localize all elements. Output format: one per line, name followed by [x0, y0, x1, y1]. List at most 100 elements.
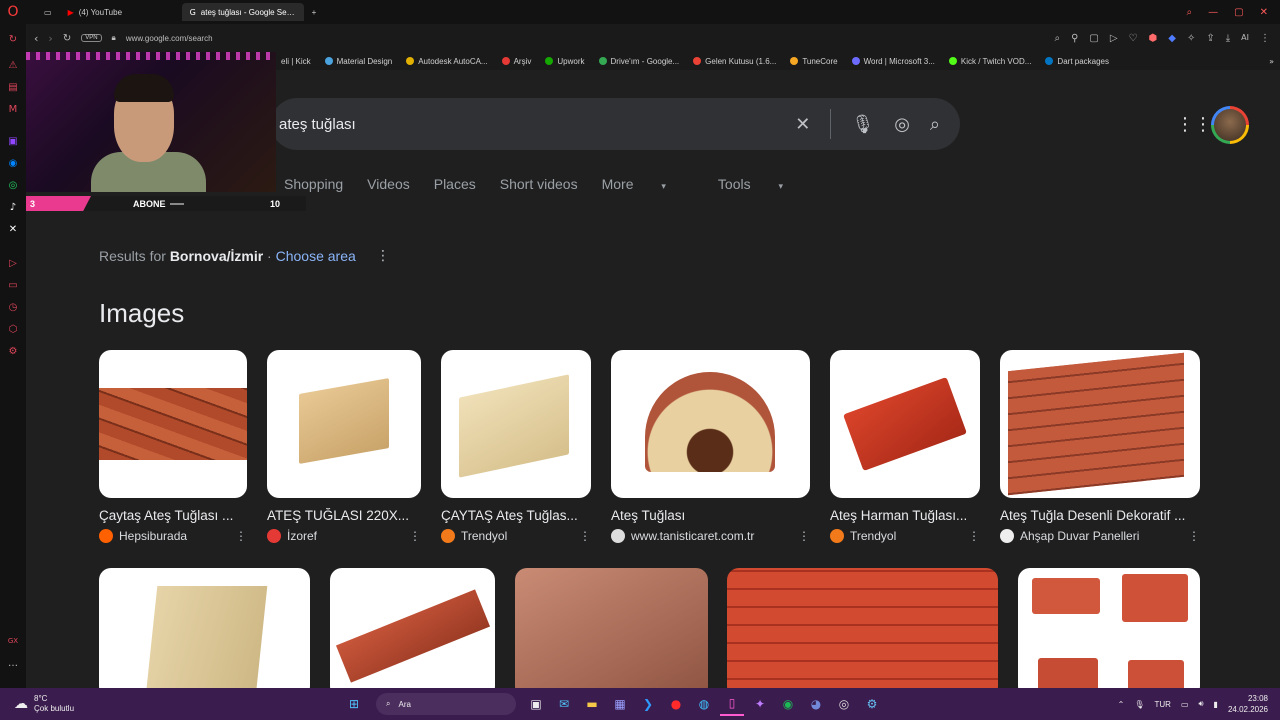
bookmarks-overflow-icon[interactable]: » — [1269, 57, 1274, 66]
bookmark-item[interactable]: Upwork — [545, 57, 585, 66]
opera-logo-icon[interactable]: O — [0, 0, 26, 24]
tab-places[interactable]: Places — [434, 176, 476, 192]
image-title[interactable]: ATEŞ TUĞLASI 220X... — [267, 508, 421, 523]
menu-icon[interactable]: ⋮ — [1260, 33, 1270, 44]
more-options-icon[interactable]: ⋮ — [968, 529, 980, 543]
image-title[interactable]: Ateş Tuğla Desenli Dekoratif ... — [1000, 508, 1200, 523]
download-icon[interactable]: ⤓ — [1226, 33, 1230, 44]
tab-youtube[interactable]: ▶ (4) YouTube — [60, 3, 182, 21]
avatar[interactable] — [1211, 106, 1249, 144]
microphone-icon[interactable]: 🎙︎ — [851, 114, 874, 135]
clear-icon[interactable]: ✕ — [795, 114, 810, 135]
whatsapp-icon[interactable]: ◎ — [0, 174, 26, 196]
messenger-icon[interactable]: ◉ — [0, 152, 26, 174]
reload-icon[interactable]: ↻ — [63, 33, 71, 44]
puzzle-icon[interactable]: ✧ — [1187, 33, 1195, 44]
more-options-icon[interactable]: ⋮ — [798, 529, 810, 543]
image-thumbnail[interactable] — [515, 568, 708, 688]
microphone-icon[interactable]: 🎙︎ — [1134, 700, 1144, 709]
heart-icon[interactable]: ♡ — [1129, 33, 1138, 44]
image-thumbnail[interactable] — [611, 350, 810, 498]
tab-tools[interactable]: Tools ▾ — [718, 176, 807, 192]
image-thumbnail[interactable] — [330, 568, 495, 688]
spotify-icon[interactable]: ◉ — [776, 692, 800, 716]
image-thumbnail[interactable] — [267, 350, 421, 498]
gx-control-icon[interactable]: ⚠ — [0, 54, 26, 76]
taskbar-search[interactable]: ⌕ Ara — [376, 693, 516, 715]
share-icon[interactable]: ⇪ — [1206, 33, 1214, 44]
image-result[interactable]: Ateş Harman Tuğlası... Trendyol ⋮ — [830, 350, 980, 543]
tiktok-icon[interactable]: ♪ — [0, 196, 26, 218]
battery-icon[interactable]: ▮ — [1214, 700, 1218, 709]
location-options-icon[interactable]: ⋮ — [376, 248, 390, 264]
tab-videos[interactable]: Videos — [367, 176, 410, 192]
opera-gx-active-icon[interactable]: ▯ — [720, 692, 744, 716]
image-title[interactable]: ÇAYTAŞ Ateş Tuğlas... — [441, 508, 591, 523]
more-icon[interactable]: … — [0, 652, 26, 674]
vscode-icon[interactable]: ❯ — [636, 692, 660, 716]
image-title[interactable]: Ateş Tuğlası — [611, 508, 810, 523]
image-thumbnail[interactable] — [830, 350, 980, 498]
search-tabs-icon[interactable]: ⌕ — [1187, 7, 1193, 18]
extension-ext-icon[interactable]: ⬢ — [1149, 33, 1158, 44]
bookmark-item[interactable]: Autodesk AutoCA... — [406, 57, 488, 66]
image-title[interactable]: Ateş Harman Tuğlası... — [830, 508, 980, 523]
bookmark-item[interactable]: Gelen Kutusu (1.6... — [693, 57, 776, 66]
task-view-icon[interactable]: ▣ — [524, 692, 548, 716]
bookmark-panel-icon[interactable]: ▤ — [0, 76, 26, 98]
close-icon[interactable]: ✕ — [1260, 7, 1268, 18]
snapshot-icon[interactable]: ▢ — [1089, 33, 1098, 44]
pin-icon[interactable]: ⚲ — [1071, 33, 1078, 44]
edge-icon[interactable]: ◍ — [692, 692, 716, 716]
start-button[interactable]: ⊞ — [342, 692, 366, 716]
language-indicator[interactable]: TUR — [1154, 700, 1170, 709]
more-options-icon[interactable]: ⋮ — [409, 529, 421, 543]
bookmark-item[interactable]: Material Design — [324, 57, 392, 66]
gmail-icon[interactable]: M — [0, 98, 26, 120]
bookmark-item[interactable]: TuneCore — [790, 57, 838, 66]
image-thumbnail[interactable] — [99, 568, 310, 688]
steam-icon[interactable]: ⚙ — [860, 692, 884, 716]
image-title[interactable]: Çaytaş Ateş Tuğlası ... — [99, 508, 247, 523]
new-tab-button[interactable]: + — [304, 3, 325, 21]
more-options-icon[interactable]: ⋮ — [235, 529, 247, 543]
url-field[interactable]: www.google.com/search — [126, 34, 213, 43]
zoom-icon[interactable]: ⌕ — [1054, 33, 1060, 44]
image-result[interactable]: ÇAYTAŞ Ateş Tuğlas... Trendyol ⋮ — [441, 350, 591, 543]
search-box[interactable]: ateş tuğlası ✕ 🎙︎ ◎ ⌕ — [271, 98, 960, 150]
weather-widget[interactable]: ☁ 8°C Çok bulutlu — [0, 694, 340, 714]
choose-area-link[interactable]: Choose area — [276, 248, 356, 264]
image-thumbnail[interactable] — [99, 350, 247, 498]
play-icon[interactable]: ▷ — [1110, 33, 1118, 44]
image-result[interactable]: Ateş Tuğla Desenli Dekoratif ... Ahşap D… — [1000, 350, 1200, 543]
history-icon[interactable]: ↻ — [0, 24, 26, 54]
search-icon[interactable]: ⌕ — [930, 114, 940, 135]
copilot-icon[interactable]: ✦ — [748, 692, 772, 716]
more-options-icon[interactable]: ⋮ — [1188, 529, 1200, 543]
image-thumbnail[interactable] — [1018, 568, 1200, 688]
image-result[interactable]: ATEŞ TUĞLASI 220X... İzoref ⋮ — [267, 350, 421, 543]
chevron-up-icon[interactable]: ⌃ — [1118, 700, 1125, 709]
image-thumbnail[interactable] — [727, 568, 998, 688]
clock-icon[interactable]: ◷ — [0, 296, 26, 318]
bookmark-item[interactable]: Dart packages — [1045, 57, 1109, 66]
tab-more[interactable]: More ▾ — [602, 176, 690, 192]
shield-icon[interactable]: ◆ — [1168, 33, 1176, 44]
file-explorer-icon[interactable]: ▬ — [580, 692, 604, 716]
settings-icon[interactable]: ⚙ — [0, 340, 26, 362]
forward-icon[interactable]: › — [48, 32, 52, 45]
more-options-icon[interactable]: ⋮ — [579, 529, 591, 543]
discord-icon[interactable]: ◕ — [804, 692, 828, 716]
store-icon[interactable]: ▦ — [608, 692, 632, 716]
obs-icon[interactable]: ◎ — [832, 692, 856, 716]
back-icon[interactable]: ‹ — [34, 32, 38, 45]
minimize-icon[interactable]: — — [1208, 7, 1218, 18]
lens-icon[interactable]: ◎ — [894, 114, 910, 135]
tab-shopping[interactable]: Shopping — [284, 176, 343, 192]
vpn-badge[interactable]: VPN — [81, 34, 102, 42]
maximize-icon[interactable]: ▢ — [1234, 7, 1243, 18]
wallet-icon[interactable]: ▭ — [0, 274, 26, 296]
bookmark-item[interactable]: Word | Microsoft 3... — [851, 57, 935, 66]
x-icon[interactable]: ✕ — [0, 218, 26, 240]
opera-gx-icon[interactable]: ● — [664, 692, 688, 716]
